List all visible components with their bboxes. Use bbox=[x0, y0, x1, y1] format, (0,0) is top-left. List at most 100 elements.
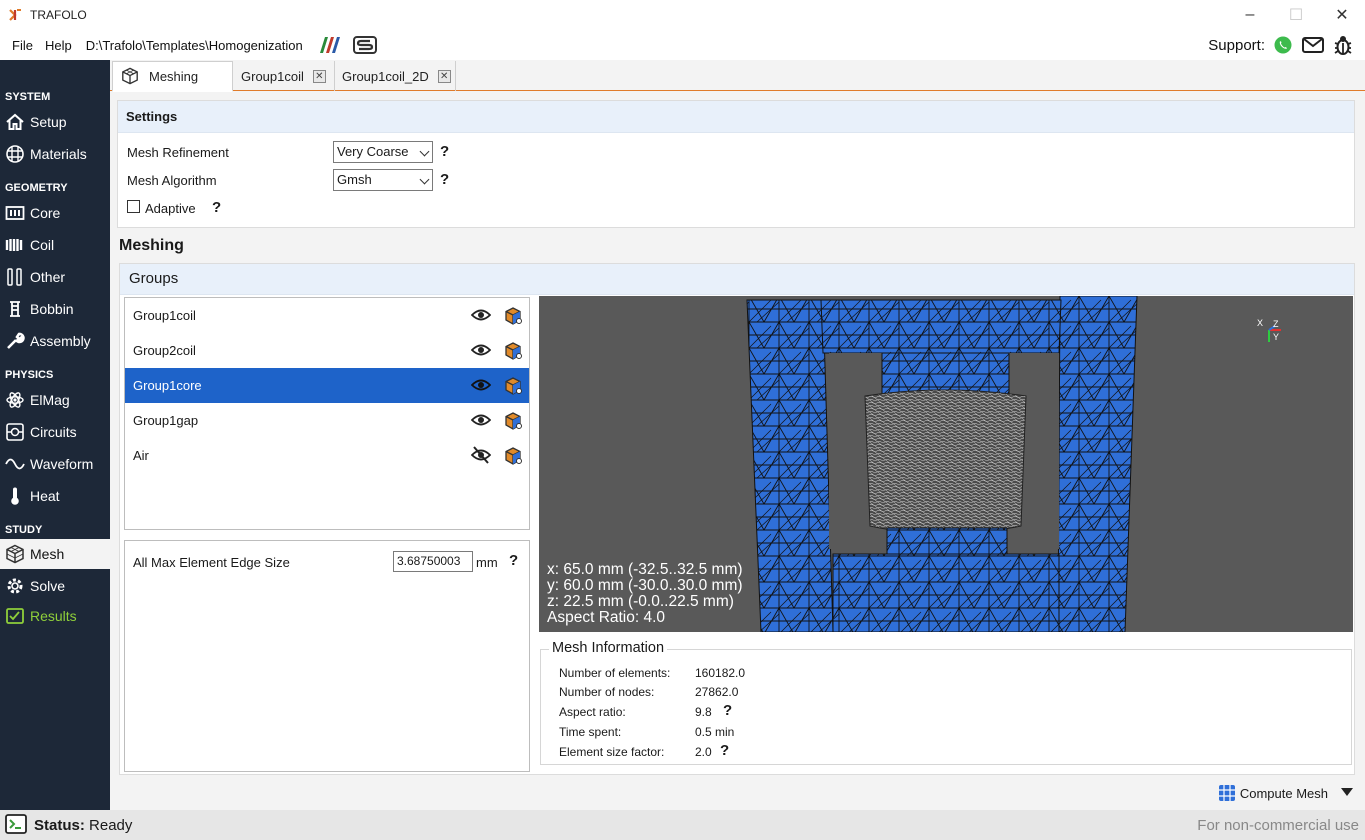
menu-file[interactable]: File bbox=[12, 38, 33, 53]
s-logo-icon[interactable] bbox=[352, 35, 377, 55]
tab-group1coil[interactable]: Group1coil ✕ bbox=[233, 61, 335, 91]
license-text: For non-commercial use bbox=[1197, 817, 1359, 834]
help-icon[interactable]: ? bbox=[440, 143, 449, 160]
compute-mesh-label: Compute Mesh bbox=[1239, 785, 1328, 801]
edge-size-input[interactable]: 3.68750003 bbox=[393, 551, 473, 572]
mi-value: 9.8 bbox=[695, 705, 712, 719]
group-row-group2coil[interactable]: Group2coil bbox=[125, 333, 529, 368]
atom-icon bbox=[6, 392, 24, 408]
tab-meshing[interactable]: Meshing bbox=[112, 61, 233, 92]
minimize-icon[interactable]: – bbox=[1227, 0, 1273, 30]
help-icon[interactable]: ? bbox=[509, 552, 518, 569]
trafolo-logo-icon bbox=[9, 9, 21, 21]
group-name: Group1gap bbox=[133, 413, 199, 428]
compute-mesh-button[interactable]: Compute Mesh bbox=[1218, 784, 1328, 802]
tab-group1coil-2d[interactable]: Group1coil_2D ✕ bbox=[335, 61, 456, 91]
help-icon[interactable]: ? bbox=[723, 702, 732, 719]
support-area: Support: bbox=[1208, 34, 1353, 56]
mesh-group-icon[interactable] bbox=[503, 341, 523, 361]
sidebar-item-label: Coil bbox=[30, 237, 55, 253]
core-icon bbox=[5, 206, 25, 220]
sidebar-item-other[interactable]: Other bbox=[0, 262, 110, 292]
other-icon bbox=[7, 268, 22, 286]
tab-close-icon[interactable]: ✕ bbox=[437, 69, 451, 83]
help-icon[interactable]: ? bbox=[440, 171, 449, 188]
mesh-group-icon[interactable] bbox=[503, 376, 523, 396]
bobbin-icon bbox=[10, 301, 20, 317]
sidebar-item-mesh[interactable]: Mesh bbox=[0, 539, 110, 569]
axis-y-label: Y bbox=[1273, 332, 1279, 342]
chevron-down-icon bbox=[419, 174, 430, 185]
mesh-algorithm-select[interactable]: Gmsh bbox=[333, 169, 433, 191]
axis-z-label: Z bbox=[1273, 319, 1279, 329]
eye-icon[interactable] bbox=[471, 411, 491, 429]
sidebar-item-core[interactable]: Core bbox=[0, 198, 110, 228]
eye-hidden-icon[interactable] bbox=[471, 446, 491, 464]
menu-help[interactable]: Help bbox=[45, 38, 72, 53]
tab-label: Group1coil_2D bbox=[342, 68, 429, 84]
axis-x-label: X bbox=[1257, 318, 1263, 328]
mesh-viewport[interactable]: X Z Y x: 65.0 mm (-32.5..32.5 mm) y: 60.… bbox=[539, 296, 1353, 632]
sidebar-item-circuits[interactable]: Circuits bbox=[0, 417, 110, 447]
sidebar-item-label: Materials bbox=[30, 146, 87, 162]
edge-size-panel: All Max Element Edge Size 3.68750003 mm … bbox=[124, 540, 530, 772]
eye-icon[interactable] bbox=[471, 341, 491, 359]
sidebar-item-label: Circuits bbox=[30, 424, 77, 440]
mesh-group-icon[interactable] bbox=[503, 411, 523, 431]
eye-icon[interactable] bbox=[471, 306, 491, 324]
group-row-air[interactable]: Air bbox=[125, 438, 529, 473]
sidebar-item-heat[interactable]: Heat bbox=[0, 481, 110, 511]
terminal-icon[interactable] bbox=[5, 814, 27, 834]
group-row-group1gap[interactable]: Group1gap bbox=[125, 403, 529, 438]
group-name: Group2coil bbox=[133, 343, 196, 358]
group-row-group1core[interactable]: Group1core bbox=[125, 368, 529, 403]
sidebar-item-label: Setup bbox=[30, 114, 67, 130]
group-name: Group1coil bbox=[133, 308, 196, 323]
mesh-cube-icon bbox=[6, 544, 24, 564]
edge-size-label: All Max Element Edge Size bbox=[133, 555, 290, 570]
coil-icon bbox=[5, 239, 23, 251]
sidebar-item-coil[interactable]: Coil bbox=[0, 230, 110, 260]
group-list: Group1coil Group2coil Group1core Group1g… bbox=[124, 297, 530, 530]
sidebar-item-waveform[interactable]: Waveform bbox=[0, 449, 110, 479]
mesh-group-icon[interactable] bbox=[503, 306, 523, 326]
group-name: Group1core bbox=[133, 378, 202, 393]
sidebar-item-setup[interactable]: Setup bbox=[0, 107, 110, 137]
whatsapp-icon[interactable] bbox=[1273, 35, 1293, 55]
sidebar-item-solve[interactable]: Solve bbox=[0, 571, 110, 601]
sidebar-item-bobbin[interactable]: Bobbin bbox=[0, 294, 110, 324]
sidebar-item-materials[interactable]: Materials bbox=[0, 139, 110, 169]
close-icon[interactable]: ✕ bbox=[1319, 0, 1365, 30]
results-icon bbox=[6, 608, 24, 624]
menu-bar: File Help D:\Trafolo\Templates\Homogeniz… bbox=[0, 30, 1365, 60]
section-physics: PHYSICS bbox=[5, 369, 54, 381]
mesh-group-icon[interactable] bbox=[503, 446, 523, 466]
bug-icon[interactable] bbox=[1333, 34, 1353, 56]
help-icon[interactable]: ? bbox=[720, 742, 729, 759]
mail-icon[interactable] bbox=[1301, 35, 1325, 55]
mi-label: Number of nodes: bbox=[559, 685, 655, 699]
sidebar-item-label: Mesh bbox=[30, 546, 65, 562]
group-row-group1coil[interactable]: Group1coil bbox=[125, 298, 529, 333]
status-text: Status: Ready bbox=[34, 817, 132, 834]
mesh-algorithm-label: Mesh Algorithm bbox=[127, 173, 217, 188]
partner-logo-icon[interactable] bbox=[317, 37, 341, 53]
mi-label: Aspect ratio: bbox=[559, 705, 626, 719]
section-study: STUDY bbox=[5, 524, 43, 536]
mi-label: Time spent: bbox=[559, 725, 622, 739]
tab-close-icon[interactable]: ✕ bbox=[312, 69, 326, 83]
mesh-algorithm-value: Gmsh bbox=[337, 172, 372, 187]
sidebar-item-elmag[interactable]: ElMag bbox=[0, 385, 110, 415]
section-system: SYSTEM bbox=[5, 91, 51, 103]
mesh-refinement-label: Mesh Refinement bbox=[127, 145, 229, 160]
help-icon[interactable]: ? bbox=[212, 199, 221, 216]
groups-header: Groups bbox=[120, 264, 1354, 295]
sidebar-item-label: Core bbox=[30, 205, 61, 221]
sidebar-item-results[interactable]: Results bbox=[0, 601, 110, 631]
adaptive-checkbox[interactable] bbox=[127, 200, 140, 213]
sidebar-item-assembly[interactable]: Assembly bbox=[0, 326, 110, 356]
eye-icon[interactable] bbox=[471, 376, 491, 394]
chevron-down-icon[interactable] bbox=[1341, 788, 1353, 796]
tab-bar: Meshing Group1coil ✕ Group1coil_2D ✕ bbox=[110, 60, 1365, 92]
mesh-refinement-select[interactable]: Very Coarse bbox=[333, 141, 433, 163]
